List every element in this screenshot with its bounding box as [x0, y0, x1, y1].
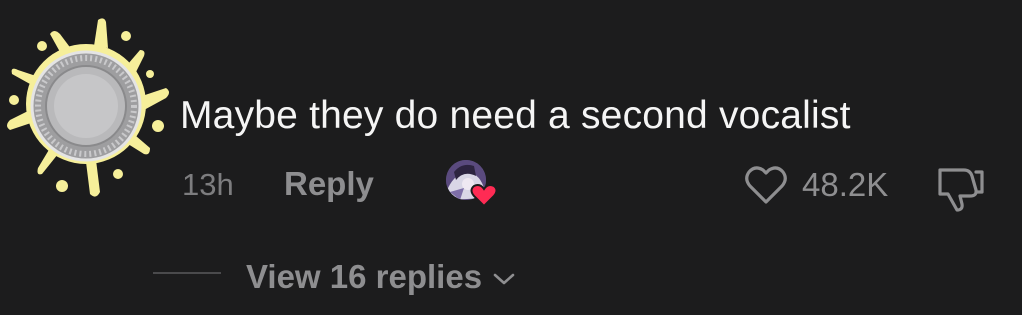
comment-text: Maybe they do need a second vocalist: [180, 94, 851, 137]
like-count: 48.2K: [802, 166, 889, 203]
comment-timestamp: 13h: [182, 167, 234, 202]
creator-liked-icon: [446, 160, 498, 208]
view-replies-label: View 16 replies: [246, 258, 483, 295]
replies-divider: [153, 272, 221, 274]
chevron-down-icon: [493, 273, 515, 285]
heart-icon: [745, 166, 787, 204]
view-replies-button[interactable]: View 16 replies: [246, 255, 516, 299]
user-avatar[interactable]: [0, 14, 172, 200]
like-button[interactable]: 48.2K: [744, 162, 888, 208]
thumbs-down-icon[interactable]: [934, 164, 986, 212]
reply-button[interactable]: Reply: [284, 164, 374, 204]
